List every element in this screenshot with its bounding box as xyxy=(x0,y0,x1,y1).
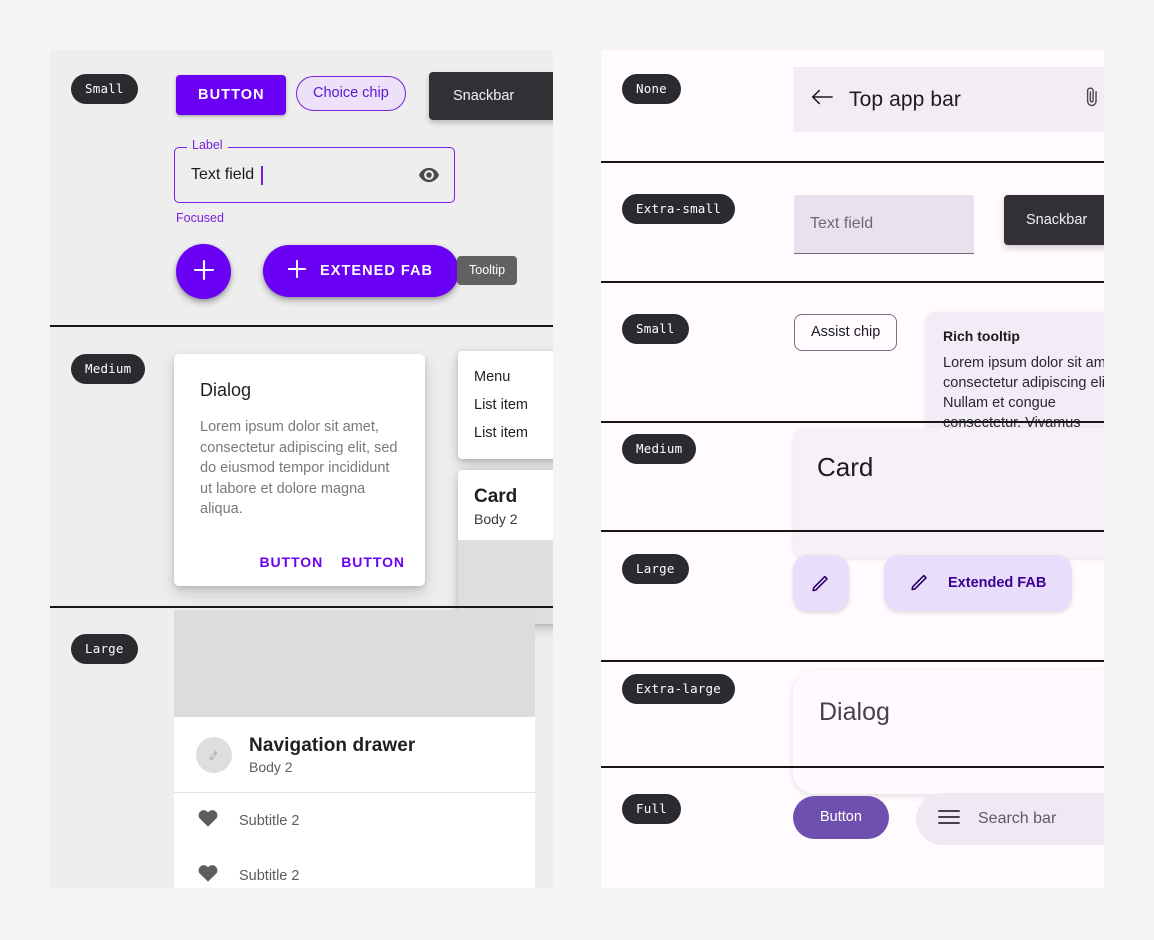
snackbar: Snackbar xyxy=(429,72,553,120)
extended-fab[interactable]: Extended FAB xyxy=(884,555,1073,611)
dialog-title: Dialog xyxy=(819,698,890,726)
card-title: Card xyxy=(474,486,518,507)
size-chip-extra-large: Extra-large xyxy=(622,674,735,704)
top-app-bar-title: Top app bar xyxy=(849,87,962,111)
right-panel: None Top app bar Extra-small Text field … xyxy=(601,50,1104,888)
dialog: Dialog Lorem ipsum dolor sit amet, conse… xyxy=(174,354,425,586)
drawer-header: Navigation drawer Body 2 xyxy=(174,717,535,792)
floating-action-button[interactable] xyxy=(793,555,849,611)
drawer-header-text: Navigation drawer Body 2 xyxy=(249,735,415,775)
drawer-list-item-label: Subtitle 2 xyxy=(239,812,300,829)
menu-list-item[interactable]: List item xyxy=(458,391,553,419)
drawer-header-image xyxy=(174,610,535,717)
snackbar-label: Snackbar xyxy=(1026,212,1088,228)
navigation-drawer: Navigation drawer Body 2 Subtitle 2 Subt… xyxy=(174,610,535,888)
text-caret xyxy=(261,165,263,185)
extended-fab-label: Extended FAB xyxy=(948,575,1047,591)
choice-chip[interactable]: Choice chip xyxy=(296,76,406,111)
size-chip-large: Large xyxy=(71,634,138,664)
size-chip-full: Full xyxy=(622,794,681,824)
size-chip-small: Small xyxy=(71,74,138,104)
dialog-button-1[interactable]: BUTTON xyxy=(259,554,323,570)
panel-divider xyxy=(601,766,1104,768)
top-app-bar: Top app bar xyxy=(793,67,1104,132)
size-chip-small: Small xyxy=(622,314,689,344)
panel-divider xyxy=(50,325,553,327)
filled-button[interactable]: Button xyxy=(793,796,889,839)
pencil-icon xyxy=(810,571,832,596)
search-bar-placeholder: Search bar xyxy=(978,810,1057,827)
plus-icon xyxy=(287,259,307,283)
panel-divider xyxy=(601,161,1104,163)
tooltip: Tooltip xyxy=(457,256,518,285)
dialog-body: Lorem ipsum dolor sit amet, consectetur … xyxy=(200,419,398,517)
panel-divider xyxy=(601,530,1104,532)
drawer-list-item-label: Subtitle 2 xyxy=(239,867,300,884)
search-bar[interactable]: Search bar xyxy=(916,793,1104,845)
rich-tooltip: Rich tooltip Lorem ipsum dolor sit amet,… xyxy=(926,312,1104,447)
arrow-left-icon[interactable] xyxy=(811,88,833,111)
pencil-icon xyxy=(909,570,931,596)
size-chip-none: None xyxy=(622,74,681,104)
snackbar-label: Snackbar xyxy=(453,88,515,104)
dialog-actions: BUTTON BUTTON xyxy=(259,554,405,570)
drawer-list-item[interactable]: Subtitle 2 xyxy=(174,793,535,848)
text-field-outline[interactable]: Label Text field xyxy=(174,139,455,203)
text-field-helper: Focused xyxy=(176,211,224,225)
heart-icon xyxy=(197,808,219,833)
text-field-placeholder: Text field xyxy=(810,215,874,232)
heart-icon xyxy=(197,863,219,888)
left-panel: Small BUTTON Choice chip Snackbar Label … xyxy=(50,50,553,888)
rich-tooltip-title: Rich tooltip xyxy=(943,328,1020,344)
card[interactable]: Card Body 2 xyxy=(458,470,553,624)
panel-divider xyxy=(601,660,1104,662)
screenshot-root: Small BUTTON Choice chip Snackbar Label … xyxy=(0,0,1154,940)
floating-action-button[interactable] xyxy=(176,244,231,299)
extended-fab-label: EXTENED FAB xyxy=(320,263,434,279)
dialog-title: Dialog xyxy=(200,380,252,400)
menu-header[interactable]: Menu xyxy=(458,363,553,391)
attachment-icon[interactable] xyxy=(1083,86,1101,113)
hamburger-icon[interactable] xyxy=(938,809,960,830)
drawer-list-item[interactable]: Subtitle 2 xyxy=(174,848,535,888)
filled-text-field[interactable]: Text field xyxy=(794,195,974,254)
menu-list-item[interactable]: List item xyxy=(458,419,553,447)
plus-icon xyxy=(193,259,215,284)
size-chip-large: Large xyxy=(622,554,689,584)
drawer-subtitle: Body 2 xyxy=(249,759,293,775)
size-chip-medium: Medium xyxy=(622,434,697,464)
size-chip-medium: Medium xyxy=(71,354,146,384)
text-field-label: Label xyxy=(187,139,228,152)
panel-divider xyxy=(50,606,553,608)
extended-fab[interactable]: EXTENED FAB xyxy=(263,245,460,297)
panel-divider xyxy=(601,421,1104,423)
panel-divider xyxy=(601,281,1104,283)
snackbar: Snackbar xyxy=(1004,195,1104,245)
drawer-title: Navigation drawer xyxy=(249,735,416,756)
card-header: Card Body 2 xyxy=(458,470,553,540)
card-title: Card xyxy=(817,452,874,482)
contained-button[interactable]: BUTTON xyxy=(176,75,286,115)
dialog-button-2[interactable]: BUTTON xyxy=(341,554,405,570)
card-subtitle: Body 2 xyxy=(474,511,518,527)
eye-icon[interactable] xyxy=(418,167,440,183)
dialog: Dialog xyxy=(793,670,1104,794)
outlined-text-field[interactable]: Label Text field Focused xyxy=(174,139,455,225)
card[interactable]: Card xyxy=(793,428,1104,558)
text-field-value: Text field xyxy=(191,166,255,183)
size-chip-extra-small: Extra-small xyxy=(622,194,735,224)
avatar-icon xyxy=(196,737,232,773)
menu: Menu List item List item xyxy=(458,351,553,459)
assist-chip[interactable]: Assist chip xyxy=(794,314,898,351)
